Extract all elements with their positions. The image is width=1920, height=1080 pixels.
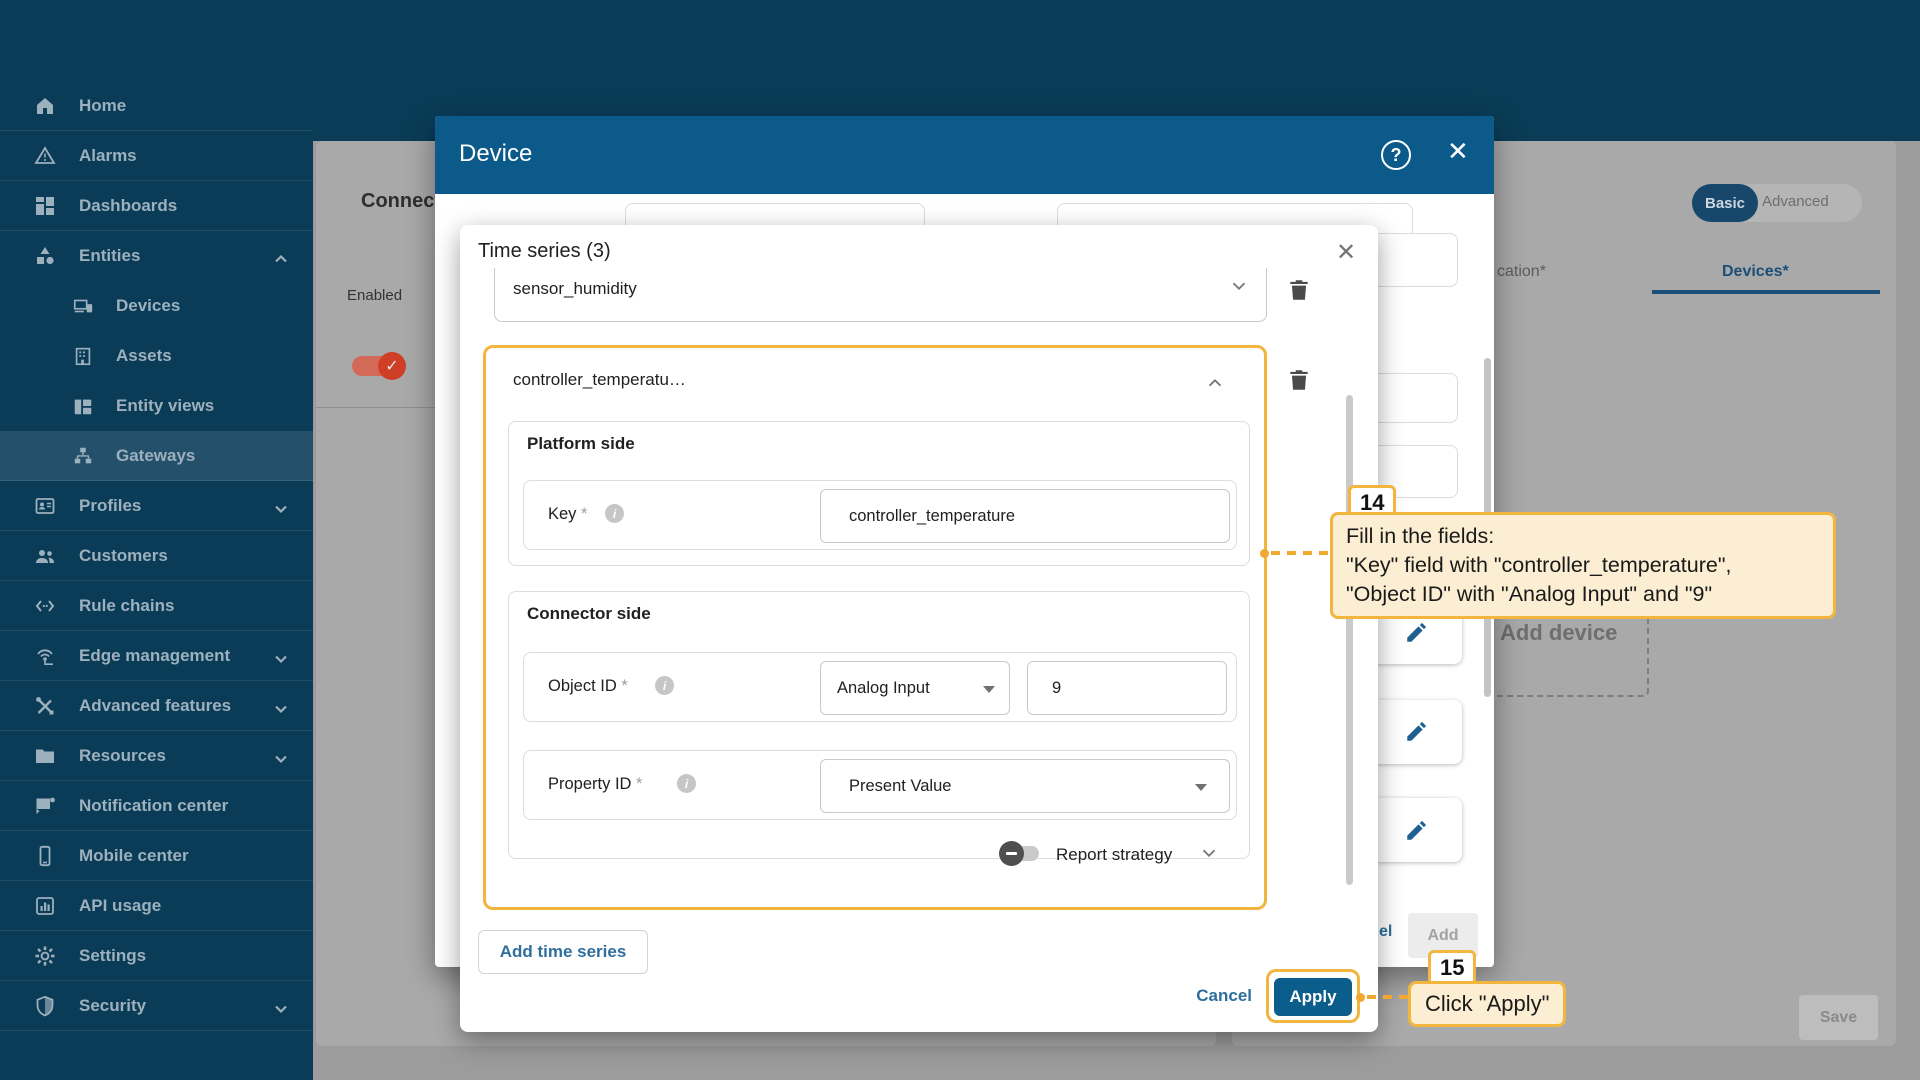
device-modal-title: Device: [459, 140, 533, 167]
edit-pencil-icon[interactable]: [1404, 619, 1430, 645]
required-mark: *: [581, 505, 588, 523]
property-id-field-row: Property ID * i Present Value: [523, 750, 1237, 820]
chevron-down-icon[interactable]: [1228, 275, 1250, 297]
field-outline-fragment: [1370, 233, 1458, 287]
platform-side-card: Platform side Key * i controller_tempera…: [508, 421, 1250, 566]
thingsboard-app: Home Alarms Dashboards Entities Devices Asset…: [0, 0, 1920, 1080]
time-series-scroll-area: sensor_humidity controller_temperatu… Pl…: [460, 268, 1378, 928]
step-15-tooltip: Click "Apply": [1408, 981, 1567, 1027]
time-series-key-label: sensor_humidity: [513, 279, 637, 298]
time-series-key-label[interactable]: controller_temperatu…: [513, 370, 686, 390]
select-caret-icon: [1195, 784, 1207, 791]
object-id-label: Object ID: [548, 677, 617, 695]
object-id-input[interactable]: 9: [1027, 661, 1227, 715]
help-icon[interactable]: ?: [1381, 140, 1411, 170]
device-modal-close-icon[interactable]: ✕: [1447, 138, 1469, 164]
tooltip-line: Fill in the fields:: [1346, 524, 1495, 548]
object-type-value: Analog Input: [837, 678, 930, 697]
key-input-value: controller_temperature: [849, 506, 1015, 525]
object-type-select[interactable]: Analog Input: [820, 661, 1010, 715]
edit-pencil-icon[interactable]: [1404, 718, 1430, 744]
required-mark: *: [636, 775, 643, 793]
info-icon[interactable]: i: [605, 504, 624, 523]
key-label: Key: [548, 505, 577, 523]
connector-side-title: Connector side: [527, 604, 651, 623]
time-series-title: Time series (3): [478, 240, 611, 262]
add-time-series-button[interactable]: Add time series: [478, 930, 648, 974]
cancel-button[interactable]: Cancel: [1178, 985, 1258, 1007]
property-id-value: Present Value: [849, 776, 952, 795]
delete-time-series-icon[interactable]: [1286, 367, 1312, 393]
report-strategy-label: Report strategy: [1056, 845, 1173, 864]
property-id-select[interactable]: Present Value: [820, 759, 1230, 813]
object-id-value: 9: [1052, 678, 1062, 697]
field-outline-fragment: [1370, 373, 1458, 423]
platform-side-title: Platform side: [527, 434, 635, 453]
info-icon[interactable]: i: [655, 676, 674, 695]
callout-14-connector: [1271, 551, 1329, 555]
tooltip-line: "Object ID" with "Analog Input" and "9": [1346, 582, 1713, 606]
callout-15-dot: [1356, 993, 1365, 1002]
delete-time-series-icon[interactable]: [1286, 277, 1312, 303]
minus-icon: [1006, 852, 1017, 855]
device-modal-header: [435, 116, 1494, 194]
key-field-row: Key * i controller_temperature: [523, 480, 1237, 550]
required-mark: *: [621, 677, 628, 695]
chevron-up-icon[interactable]: [1204, 372, 1226, 394]
property-id-label: Property ID: [548, 775, 632, 793]
key-input[interactable]: controller_temperature: [820, 489, 1230, 543]
select-caret-icon: [983, 686, 995, 693]
report-strategy-toggle-thumb[interactable]: [999, 841, 1024, 866]
chevron-down-icon[interactable]: [1198, 842, 1220, 864]
time-series-row-sensor-humidity[interactable]: sensor_humidity: [494, 268, 1267, 322]
callout-14-dot: [1260, 549, 1269, 558]
connector-side-card: Connector side Object ID * i Analog Inpu…: [508, 591, 1250, 859]
modal-cancel-clipped[interactable]: el: [1379, 923, 1392, 941]
info-icon[interactable]: i: [677, 774, 696, 793]
time-series-panel: Time series (3) ✕ sensor_humidity contro…: [460, 225, 1378, 1032]
callout-15-connector: [1367, 995, 1409, 999]
time-series-close-icon[interactable]: ✕: [1336, 241, 1356, 265]
edit-pencil-icon[interactable]: [1404, 817, 1430, 843]
apply-highlight-ring: [1266, 969, 1360, 1023]
object-id-field-row: Object ID * i Analog Input 9: [523, 652, 1237, 722]
step-14-tooltip: Fill in the fields: "Key" field with "co…: [1330, 512, 1836, 619]
panel-scrollbar[interactable]: [1346, 395, 1353, 885]
tooltip-line: "Key" field with "controller_temperature…: [1346, 553, 1732, 577]
time-series-row-controller-temperature: controller_temperatu… Platform side Key …: [483, 345, 1267, 910]
